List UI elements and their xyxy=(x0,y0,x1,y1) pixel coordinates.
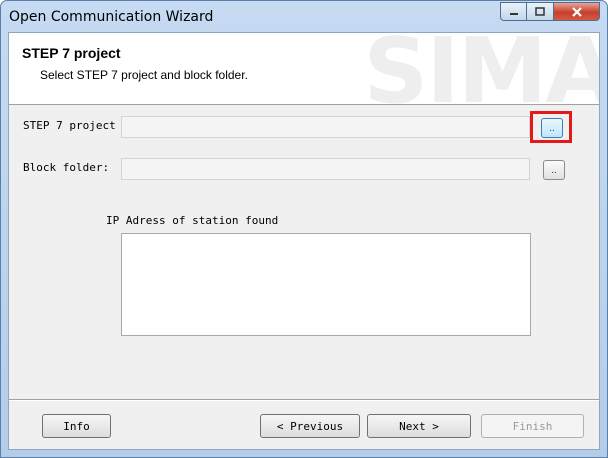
project-label: STEP 7 project xyxy=(23,119,116,132)
brand-watermark: SIMA xyxy=(363,33,599,105)
title-bar[interactable]: Open Communication Wizard xyxy=(1,1,607,31)
ip-address-list[interactable] xyxy=(121,233,531,336)
finish-button-label: Finish xyxy=(512,419,553,433)
next-button[interactable]: Next > xyxy=(367,414,471,438)
step-subtitle: Select STEP 7 project and block folder. xyxy=(40,68,248,82)
close-icon xyxy=(571,6,582,17)
wizard-window: Open Communication Wizard SIMA STEP 7 pr… xyxy=(0,0,608,458)
minimize-button[interactable] xyxy=(500,2,527,21)
block-folder-field[interactable] xyxy=(121,158,530,180)
previous-button[interactable]: < Previous xyxy=(260,414,360,438)
wizard-body: SIMA STEP 7 project Select STEP 7 projec… xyxy=(8,32,600,450)
minimize-icon xyxy=(509,12,518,15)
window-title: Open Communication Wizard xyxy=(9,9,214,25)
info-button-label: Info xyxy=(63,419,90,433)
block-folder-browse-label: .. xyxy=(551,164,557,176)
maximize-icon xyxy=(535,6,545,16)
maximize-button[interactable] xyxy=(527,2,554,21)
info-button[interactable]: Info xyxy=(42,414,111,438)
next-button-label: Next > xyxy=(399,419,439,433)
previous-button-label: < Previous xyxy=(276,419,344,433)
step-title: STEP 7 project xyxy=(22,45,121,61)
close-button[interactable] xyxy=(554,2,600,21)
highlight-box xyxy=(530,111,572,143)
block-folder-label: Block folder: xyxy=(23,161,110,174)
project-field[interactable] xyxy=(121,116,530,138)
ip-list-label: IP Adress of station found xyxy=(106,214,279,227)
finish-button: Finish xyxy=(481,414,584,438)
step-header: SIMA STEP 7 project Select STEP 7 projec… xyxy=(9,33,599,105)
footer-separator-highlight xyxy=(9,400,599,401)
window-controls xyxy=(500,2,600,21)
block-folder-browse-button[interactable]: .. xyxy=(543,160,565,180)
